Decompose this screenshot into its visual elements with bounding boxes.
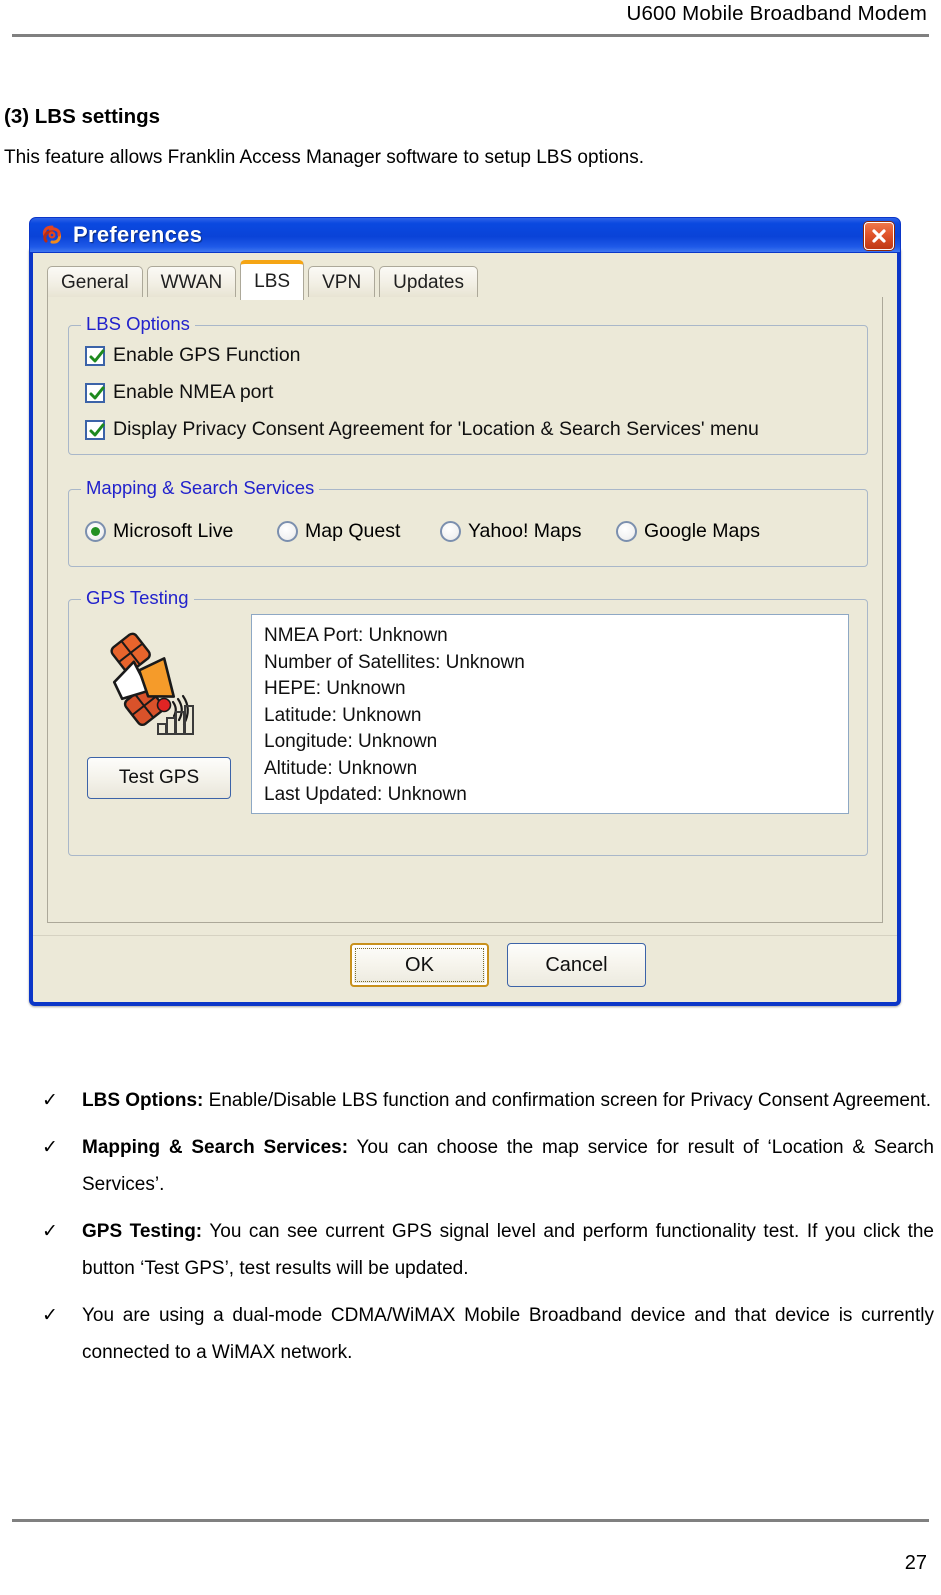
lbs-options-legend: LBS Options — [81, 313, 195, 335]
checkbox-label: Enable NMEA port — [113, 381, 274, 403]
tab-lbs[interactable]: LBS — [240, 260, 305, 300]
dialog-footer-divider — [33, 935, 897, 936]
page-header: U600 Mobile Broadband Modem — [0, 0, 941, 36]
list-item-text: Enable/Disable LBS function and confirma… — [203, 1090, 932, 1111]
gps-result-line: Last Updated: Unknown — [264, 784, 467, 805]
gps-testing-group: GPS Testing Test GPS NMEA Port: Unknown … — [68, 587, 868, 856]
tab-vpn[interactable]: VPN — [308, 266, 376, 298]
tab-vpn-label: VPN — [322, 271, 362, 293]
list-item-text: You can see current GPS signal level and… — [82, 1221, 934, 1279]
preferences-dialog: Preferences General WWAN LBS VPN Updates… — [29, 217, 901, 1006]
gps-result-line: Number of Satellites: Unknown — [264, 651, 525, 673]
radio-label: Yahoo! Maps — [468, 520, 582, 542]
mapping-search-services-group: Mapping & Search Services Microsoft Live… — [68, 477, 868, 567]
check-marker-icon: ✓ — [42, 1090, 58, 1111]
checkbox-label: Display Privacy Consent Agreement for 'L… — [113, 418, 759, 440]
list-item: ✓ You are using a dual-mode CDMA/WiMAX M… — [4, 1297, 934, 1371]
ok-button-label: OK — [405, 953, 434, 976]
radio-microsoft-live[interactable]: Microsoft Live — [85, 520, 233, 543]
dialog-title: Preferences — [73, 222, 203, 247]
ok-button[interactable]: OK — [350, 943, 489, 987]
tab-wwan[interactable]: WWAN — [146, 266, 237, 298]
gps-result-line: NMEA Port: Unknown — [264, 625, 448, 646]
page-number: 27 — [904, 1552, 927, 1574]
radio-icon — [440, 521, 461, 542]
checkbox-enable-gps-function[interactable]: Enable GPS Function — [85, 344, 301, 367]
checkbox-label: Enable GPS Function — [113, 344, 301, 366]
list-item-title: LBS Options: — [82, 1090, 204, 1111]
gps-result-line: Longitude: Unknown — [264, 731, 438, 752]
radio-label: Microsoft Live — [113, 520, 234, 542]
section-intro-text: This feature allows Franklin Access Mana… — [4, 147, 644, 168]
lbs-options-group: LBS Options Enable GPS Function Enable N… — [68, 313, 868, 455]
tabstrip: General WWAN LBS VPN Updates — [47, 260, 482, 300]
page-title: (3) LBS settings — [4, 105, 161, 128]
checkbox-display-privacy-consent[interactable]: Display Privacy Consent Agreement for 'L… — [85, 418, 759, 441]
radio-yahoo-maps[interactable]: Yahoo! Maps — [440, 520, 581, 543]
franklin-logo-icon — [39, 222, 65, 248]
test-gps-button[interactable]: Test GPS — [87, 757, 231, 799]
checkbox-icon — [85, 419, 105, 440]
checkbox-enable-nmea-port[interactable]: Enable NMEA port — [85, 381, 273, 404]
list-item: ✓ GPS Testing: You can see current GPS s… — [4, 1213, 934, 1287]
radio-google-maps[interactable]: Google Maps — [616, 520, 760, 543]
tab-updates-label: Updates — [393, 271, 464, 293]
list-item-text: You are using a dual-mode CDMA/WiMAX Mob… — [82, 1305, 934, 1363]
tab-panel-lbs: LBS Options Enable GPS Function Enable N… — [47, 297, 883, 923]
radio-icon — [85, 521, 106, 542]
list-item: ✓ Mapping & Search Services: You can cho… — [4, 1129, 934, 1203]
tab-wwan-label: WWAN — [160, 271, 223, 293]
close-icon[interactable] — [864, 222, 894, 250]
dialog-titlebar: Preferences — [29, 217, 901, 253]
header-divider — [12, 34, 929, 37]
tab-general[interactable]: General — [47, 266, 143, 298]
gps-satellite-icon — [91, 630, 201, 740]
checkbox-icon — [85, 382, 105, 403]
gps-result-line: Latitude: Unknown — [264, 704, 422, 726]
radio-map-quest[interactable]: Map Quest — [277, 520, 400, 543]
check-marker-icon: ✓ — [42, 1305, 58, 1326]
tab-updates[interactable]: Updates — [379, 266, 478, 298]
gps-result-line: Altitude: Unknown — [264, 757, 418, 779]
gps-result-line: HEPE: Unknown — [264, 678, 406, 699]
list-item-title: GPS Testing: — [82, 1221, 203, 1242]
check-marker-icon: ✓ — [42, 1137, 58, 1158]
footer-divider — [12, 1519, 929, 1522]
mapping-services-legend: Mapping & Search Services — [81, 477, 320, 499]
checkbox-icon — [85, 345, 105, 366]
tab-general-label: General — [61, 271, 129, 293]
tab-lbs-label: LBS — [254, 271, 291, 292]
document-header-title: U600 Mobile Broadband Modem — [626, 2, 927, 25]
list-item: ✓ LBS Options: Enable/Disable LBS functi… — [4, 1082, 934, 1119]
radio-icon — [616, 521, 637, 542]
radio-label: Map Quest — [305, 520, 401, 542]
gps-testing-legend: GPS Testing — [81, 587, 194, 609]
radio-icon — [277, 521, 298, 542]
cancel-button[interactable]: Cancel — [507, 943, 646, 987]
list-item-title: Mapping & Search Services: — [82, 1137, 349, 1158]
gps-results-output: NMEA Port: Unknown Number of Satellites:… — [251, 614, 849, 814]
radio-label: Google Maps — [644, 520, 760, 542]
check-marker-icon: ✓ — [42, 1221, 58, 1242]
feature-bullet-list: ✓ LBS Options: Enable/Disable LBS functi… — [4, 1082, 934, 1381]
